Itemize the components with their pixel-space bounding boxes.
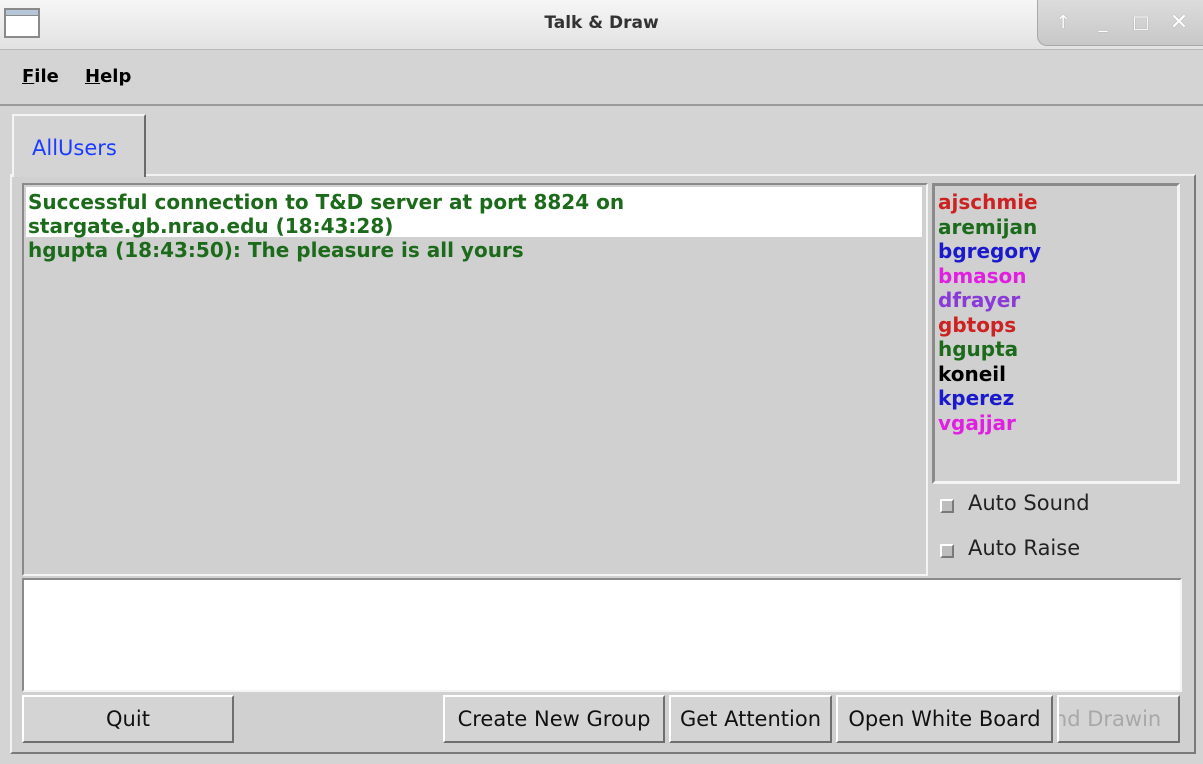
send-drawing-button: end Drawin <box>1057 695 1180 743</box>
user-item[interactable]: bgregory <box>938 239 1041 264</box>
user-item[interactable]: koneil <box>938 362 1041 387</box>
chat-transcript[interactable]: Successful connection to T&D server at p… <box>22 183 928 576</box>
chat-message: Successful connection to T&D server at p… <box>28 190 625 214</box>
user-item[interactable]: kperez <box>938 386 1041 411</box>
auto-raise-label: Auto Raise <box>968 536 1081 560</box>
user-item[interactable]: ajschmie <box>938 190 1041 215</box>
chat-message: stargate.gb.nrao.edu (18:43:28) <box>28 214 394 238</box>
maximize-icon[interactable]: □ <box>1128 10 1154 36</box>
user-item[interactable]: vgajjar <box>938 411 1041 436</box>
window-controls: ↑ _ □ ✕ <box>1037 0 1203 46</box>
get-attention-button[interactable]: Get Attention <box>669 695 832 743</box>
create-new-group-button[interactable]: Create New Group <box>443 695 665 743</box>
open-white-board-button[interactable]: Open White Board <box>836 695 1053 743</box>
auto-sound-checkbox[interactable] <box>940 499 954 513</box>
menu-help[interactable]: Help <box>85 66 131 87</box>
user-item[interactable]: hgupta <box>938 337 1041 362</box>
title-bar: Talk & Draw ↑ _ □ ✕ <box>0 0 1203 50</box>
quit-button[interactable]: Quit <box>22 695 234 743</box>
tab-label: AllUsers <box>32 136 117 160</box>
minimize-icon[interactable]: _ <box>1090 10 1116 36</box>
user-list[interactable]: ajschmie aremijan bgregory bmason dfraye… <box>932 183 1180 484</box>
user-item[interactable]: aremijan <box>938 215 1041 240</box>
user-item[interactable]: bmason <box>938 264 1041 289</box>
auto-sound-label: Auto Sound <box>968 491 1090 515</box>
window-title: Talk & Draw <box>544 13 659 33</box>
auto-raise-checkbox[interactable] <box>940 544 954 558</box>
menu-bar: File Help <box>0 50 1203 106</box>
shade-up-icon[interactable]: ↑ <box>1050 10 1076 36</box>
menu-file[interactable]: File <box>22 66 59 87</box>
chat-message: hgupta (18:43:50): The pleasure is all y… <box>28 238 524 262</box>
user-item[interactable]: gbtops <box>938 313 1041 338</box>
close-icon[interactable]: ✕ <box>1166 10 1192 36</box>
user-item[interactable]: dfrayer <box>938 288 1041 313</box>
tab-allusers[interactable]: AllUsers <box>12 114 146 177</box>
message-input[interactable] <box>22 578 1182 692</box>
